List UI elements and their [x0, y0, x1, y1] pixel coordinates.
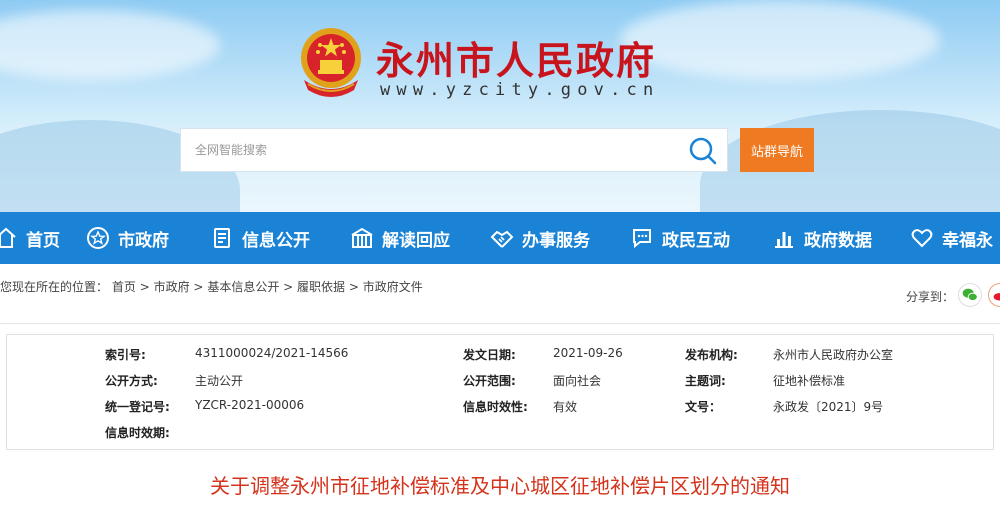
breadcrumb-link[interactable]: 市政府 — [154, 280, 190, 294]
breadcrumb-separator: > — [283, 280, 294, 294]
search-input[interactable] — [181, 129, 681, 171]
nav-item-label: 办事服务 — [522, 230, 590, 251]
info-value: 主动公开 — [195, 374, 244, 388]
info-value: 征地补偿标准 — [773, 374, 846, 388]
breadcrumb-link[interactable]: 基本信息公开 — [207, 280, 279, 294]
breadcrumb-separator: > — [348, 280, 359, 294]
handshake-icon — [490, 230, 514, 248]
heart-icon — [911, 229, 933, 248]
banner-cloud — [0, 10, 220, 80]
bar-chart-icon — [775, 232, 793, 248]
building-icon — [351, 227, 373, 248]
wechat-icon — [962, 288, 978, 301]
breadcrumb-link[interactable]: 履职依据 — [297, 280, 345, 294]
info-value: YZCR-2021-00006 — [195, 398, 305, 412]
document-info-table: 索引号: 4311000024/2021-14566 发文日期: 2021-09… — [6, 334, 994, 450]
nav-item-label: 首页 — [26, 230, 60, 251]
site-title: 永州市人民政府 — [376, 38, 657, 83]
main-nav: 首页 市政府 信息公开 解读回应 办事服务 政民互动 政府数据 幸福永 — [0, 212, 1000, 264]
info-label: 索引号: — [105, 348, 146, 362]
document-icon — [214, 228, 230, 248]
info-value: 永州市人民政府办公室 — [773, 348, 894, 362]
search-icon[interactable] — [687, 135, 719, 167]
header-banner: 永州市人民政府 www.yzcity.gov.cn 站群导航 — [0, 0, 1000, 212]
nav-item-happy-yongzhou[interactable]: 幸福永 — [910, 212, 1000, 264]
home-icon — [0, 227, 16, 248]
info-label: 公开方式: — [105, 374, 158, 388]
nav-item-services[interactable]: 办事服务 — [490, 212, 630, 264]
section-divider — [0, 323, 1000, 324]
info-label: 信息时效期: — [105, 426, 170, 440]
info-value: 面向社会 — [553, 374, 602, 388]
nav-item-label: 市政府 — [118, 230, 169, 251]
nav-item-label: 幸福永 — [942, 230, 993, 251]
nav-item-label: 政府数据 — [804, 230, 872, 251]
nav-item-city-government[interactable]: 市政府 — [86, 212, 210, 264]
breadcrumb-separator: > — [139, 280, 150, 294]
breadcrumb-prefix: 您现在所在的位置： — [0, 280, 109, 294]
info-label: 主题词: — [685, 374, 726, 388]
nav-item-home[interactable]: 首页 — [0, 212, 86, 264]
info-label: 公开范围: — [463, 374, 516, 388]
star-badge-icon — [87, 227, 109, 249]
info-value: 2021-09-26 — [553, 346, 623, 360]
national-emblem-icon — [301, 28, 361, 97]
info-label: 信息时效性: — [463, 400, 528, 414]
nav-item-label: 解读回应 — [382, 230, 450, 251]
weibo-share-icon[interactable] — [988, 283, 1000, 307]
share-label: 分享到： — [906, 290, 955, 304]
chat-icon — [633, 229, 651, 249]
site-url: www.yzcity.gov.cn — [380, 80, 660, 100]
nav-item-government-data[interactable]: 政府数据 — [772, 212, 910, 264]
info-label: 文号： — [685, 400, 722, 414]
breadcrumb: 您现在所在的位置： 首页 > 市政府 > 基本信息公开 > 履职依据 > 市政府… — [0, 278, 423, 295]
weibo-icon — [993, 293, 1000, 301]
info-value: 永政发〔2021〕9号 — [773, 400, 884, 414]
nav-item-interaction[interactable]: 政民互动 — [630, 212, 772, 264]
info-value: 有效 — [553, 400, 578, 414]
info-label: 统一登记号: — [105, 400, 170, 414]
nav-item-interpretation[interactable]: 解读回应 — [350, 212, 490, 264]
document-title: 关于调整永州市征地补偿标准及中心城区征地补偿片区划分的通知 — [210, 474, 790, 498]
breadcrumb-link[interactable]: 市政府文件 — [363, 280, 423, 294]
info-label: 发文日期: — [463, 348, 516, 362]
wechat-share-icon[interactable] — [958, 283, 982, 307]
breadcrumb-separator: > — [193, 280, 204, 294]
nav-item-info-disclosure[interactable]: 信息公开 — [210, 212, 350, 264]
search-box — [180, 128, 728, 172]
nav-item-label: 信息公开 — [242, 230, 310, 251]
info-value: 4311000024/2021-14566 — [195, 346, 349, 360]
site-navigation-button[interactable]: 站群导航 — [740, 128, 814, 172]
nav-item-label: 政民互动 — [662, 230, 730, 251]
info-label: 发布机构: — [685, 348, 738, 362]
banner-cloud — [620, 0, 940, 80]
breadcrumb-link[interactable]: 首页 — [112, 280, 136, 294]
